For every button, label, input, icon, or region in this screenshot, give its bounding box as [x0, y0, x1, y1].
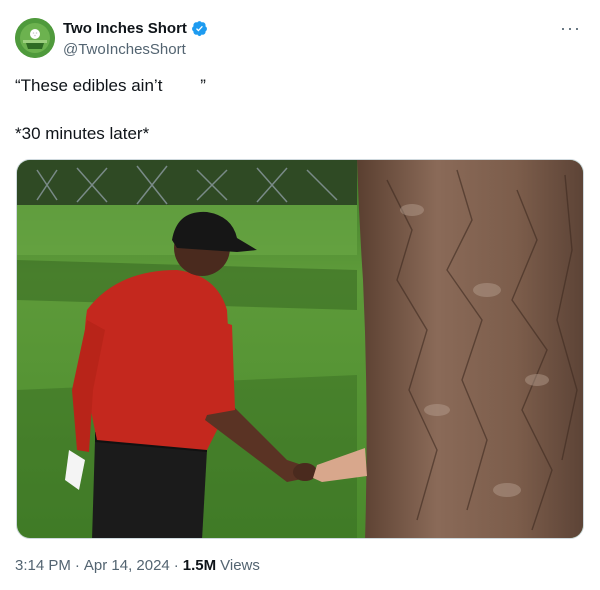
tweet-text-line-1: “These edibles ain’t ”: [15, 76, 206, 95]
tweet-media-image[interactable]: [16, 159, 584, 539]
background-trees: [17, 160, 357, 205]
golfer-pants: [92, 440, 207, 538]
views-label: Views: [220, 557, 260, 574]
views-count: 1.5M: [182, 557, 217, 574]
meta-separator: ·: [173, 557, 179, 574]
tweet-date[interactable]: Apr 14, 2024: [84, 557, 170, 574]
golfer-shaking-hand-from-tree-photo: [17, 160, 583, 538]
meta-separator: ·: [74, 557, 80, 574]
tweet-text-line-2: *30 minutes later*: [15, 124, 150, 143]
avatar[interactable]: [15, 18, 55, 58]
more-options-icon[interactable]: ···: [560, 18, 581, 39]
tweet-time[interactable]: 3:14 PM: [15, 557, 71, 574]
golfer-hand: [293, 463, 317, 481]
account-name[interactable]: Two Inches Short: [63, 20, 187, 37]
tweet-header: Two Inches Short @TwoInchesShort ···: [15, 18, 585, 62]
tweet-meta: 3:14 PM · Apr 14, 2024 · 1.5M Views: [15, 557, 260, 574]
account-handle[interactable]: @TwoInchesShort: [63, 41, 186, 58]
verified-badge-icon: [191, 20, 208, 37]
golf-ball-logo-icon: [15, 18, 55, 58]
